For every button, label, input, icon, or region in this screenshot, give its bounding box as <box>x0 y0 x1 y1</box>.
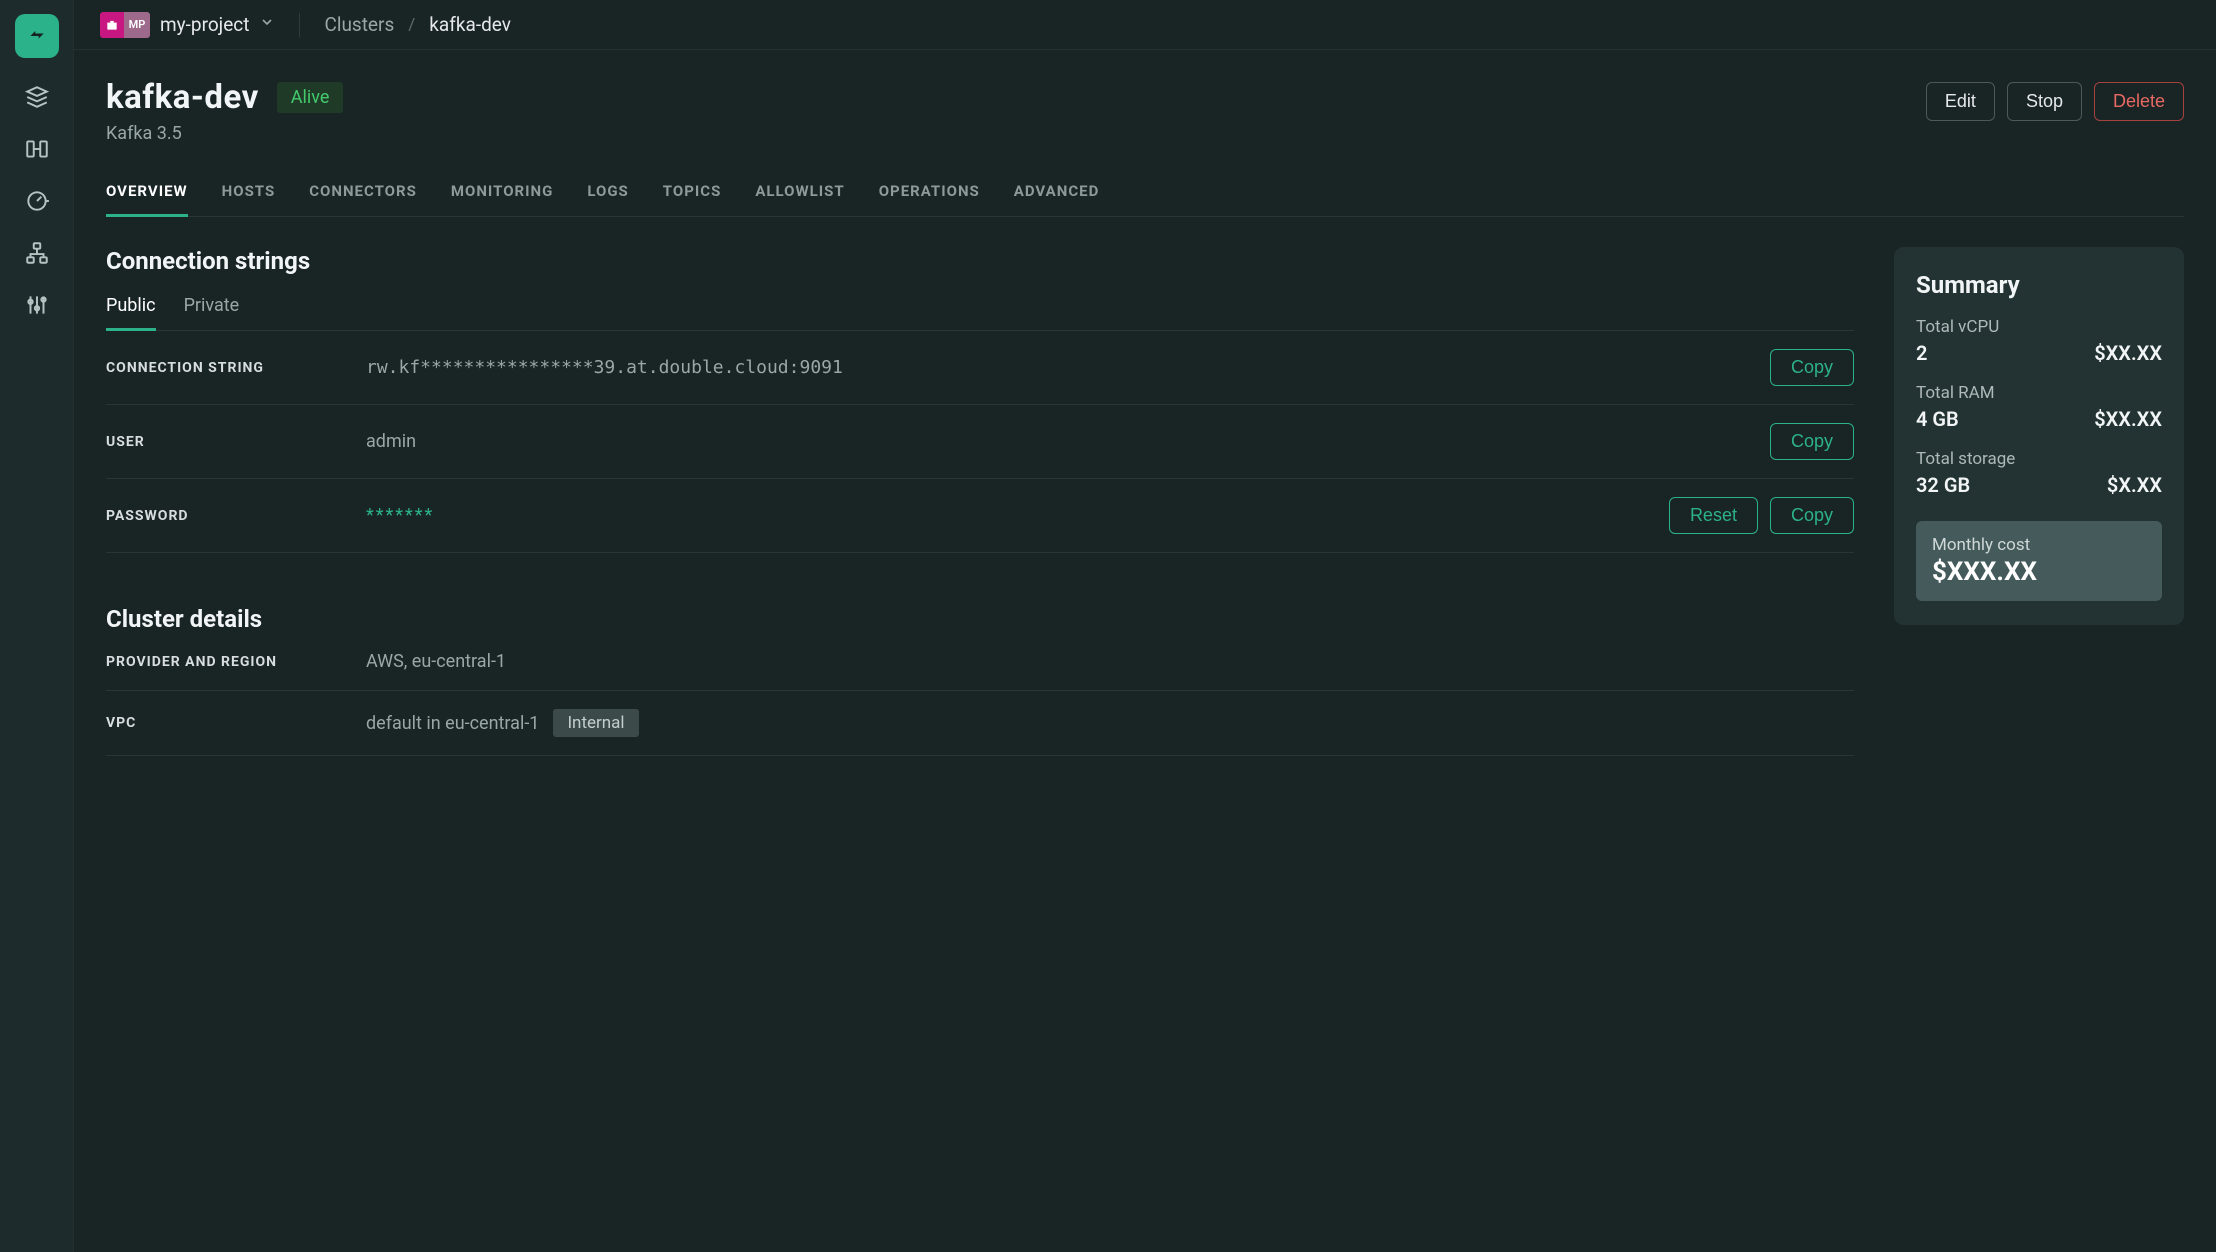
nav-rail <box>0 0 74 1252</box>
connection-title: Connection strings <box>106 247 1854 275</box>
summary-storage-label: Total storage <box>1916 449 2162 469</box>
tab-hosts[interactable]: HOSTS <box>222 182 276 216</box>
summary-ram-price: $XX.XX <box>2094 407 2162 431</box>
label-provider: PROVIDER AND REGION <box>106 654 366 670</box>
value-provider: AWS, eu-central-1 <box>366 651 506 672</box>
label-user: USER <box>106 434 366 450</box>
value-password: ******* <box>366 505 434 526</box>
summary-storage-price: $X.XX <box>2107 473 2162 497</box>
label-vpc: VPC <box>106 715 366 731</box>
breadcrumb-parent[interactable]: Clusters <box>324 13 394 36</box>
summary-ram: Total RAM 4 GB $XX.XX <box>1916 383 2162 431</box>
breadcrumb: Clusters / kafka-dev <box>324 13 511 36</box>
summary-vcpu-label: Total vCPU <box>1916 317 2162 337</box>
summary-cost-label: Monthly cost <box>1932 535 2146 555</box>
project-name: my-project <box>160 13 249 36</box>
tab-operations[interactable]: OPERATIONS <box>879 182 980 216</box>
title-block: kafka-dev Alive Kafka 3.5 <box>106 78 343 144</box>
separator <box>299 13 300 37</box>
tab-logs[interactable]: LOGS <box>587 182 628 216</box>
summary-ram-label: Total RAM <box>1916 383 2162 403</box>
connection-subtabs: Public Private <box>106 295 1854 331</box>
action-buttons: Edit Stop Delete <box>1926 82 2184 121</box>
summary-ram-value: 4 GB <box>1916 407 1959 431</box>
details-title: Cluster details <box>106 605 1854 633</box>
row-connection-string: CONNECTION STRING rw.kf****************3… <box>106 331 1854 405</box>
cluster-version: Kafka 3.5 <box>106 123 343 144</box>
summary-storage: Total storage 32 GB $X.XX <box>1916 449 2162 497</box>
app-logo[interactable] <box>15 14 59 58</box>
delete-button[interactable]: Delete <box>2094 82 2184 121</box>
clusters-icon[interactable] <box>24 84 50 110</box>
chevron-down-icon <box>259 14 275 35</box>
status-badge: Alive <box>277 82 344 113</box>
topbar: MP my-project Clusters / kafka-dev <box>74 0 2216 50</box>
label-connection-string: CONNECTION STRING <box>106 360 366 376</box>
subtab-private[interactable]: Private <box>184 295 240 330</box>
tab-topics[interactable]: TOPICS <box>663 182 722 216</box>
value-user: admin <box>366 431 416 452</box>
page-title: kafka-dev <box>106 78 259 117</box>
breadcrumb-separator: / <box>408 15 415 35</box>
summary-title: Summary <box>1916 271 2162 299</box>
tag-vpc: Internal <box>553 709 638 737</box>
stop-button[interactable]: Stop <box>2007 82 2082 121</box>
value-connection-string: rw.kf****************39.at.double.cloud:… <box>366 357 843 378</box>
project-badge: MP <box>100 12 150 38</box>
cluster-tabs: OVERVIEW HOSTS CONNECTORS MONITORING LOG… <box>106 182 2184 217</box>
copy-password-button[interactable]: Copy <box>1770 497 1854 534</box>
content: kafka-dev Alive Kafka 3.5 Edit Stop Dele… <box>74 50 2216 756</box>
row-vpc: VPC default in eu-central-1 Internal <box>106 691 1854 756</box>
summary-cost-value: $XXX.XX <box>1932 557 2146 587</box>
link-vpc[interactable]: default in eu-central-1 <box>366 713 539 734</box>
summary-vcpu-price: $XX.XX <box>2094 341 2162 365</box>
overview-left: Connection strings Public Private CONNEC… <box>106 247 1854 756</box>
summary-card: Summary Total vCPU 2 $XX.XX Total RAM 4 … <box>1894 247 2184 625</box>
project-badge-text: MP <box>124 12 150 38</box>
summary-vcpu-value: 2 <box>1916 341 1927 365</box>
copy-user-button[interactable]: Copy <box>1770 423 1854 460</box>
tab-connectors[interactable]: CONNECTORS <box>309 182 417 216</box>
row-user: USER admin Copy <box>106 405 1854 479</box>
tab-allowlist[interactable]: ALLOWLIST <box>755 182 844 216</box>
main-panel: MP my-project Clusters / kafka-dev kafka… <box>74 0 2216 1252</box>
project-switcher[interactable]: MP my-project <box>100 12 275 38</box>
meter-icon[interactable] <box>24 188 50 214</box>
tab-monitoring[interactable]: MONITORING <box>451 182 553 216</box>
copy-connection-button[interactable]: Copy <box>1770 349 1854 386</box>
tab-overview[interactable]: OVERVIEW <box>106 182 188 217</box>
breadcrumb-current: kafka-dev <box>429 13 511 36</box>
row-password: PASSWORD ******* Reset Copy <box>106 479 1854 553</box>
transfer-icon[interactable] <box>24 136 50 162</box>
tab-advanced[interactable]: ADVANCED <box>1014 182 1100 216</box>
reset-password-button[interactable]: Reset <box>1669 497 1758 534</box>
overview-right: Summary Total vCPU 2 $XX.XX Total RAM 4 … <box>1894 247 2184 756</box>
network-icon[interactable] <box>24 240 50 266</box>
row-provider: PROVIDER AND REGION AWS, eu-central-1 <box>106 633 1854 691</box>
title-row: kafka-dev Alive Kafka 3.5 Edit Stop Dele… <box>106 78 2184 144</box>
sliders-icon[interactable] <box>24 292 50 318</box>
summary-cost: Monthly cost $XXX.XX <box>1916 521 2162 601</box>
label-password: PASSWORD <box>106 508 366 524</box>
summary-vcpu: Total vCPU 2 $XX.XX <box>1916 317 2162 365</box>
summary-storage-value: 32 GB <box>1916 473 1970 497</box>
edit-button[interactable]: Edit <box>1926 82 1995 121</box>
subtab-public[interactable]: Public <box>106 295 156 331</box>
